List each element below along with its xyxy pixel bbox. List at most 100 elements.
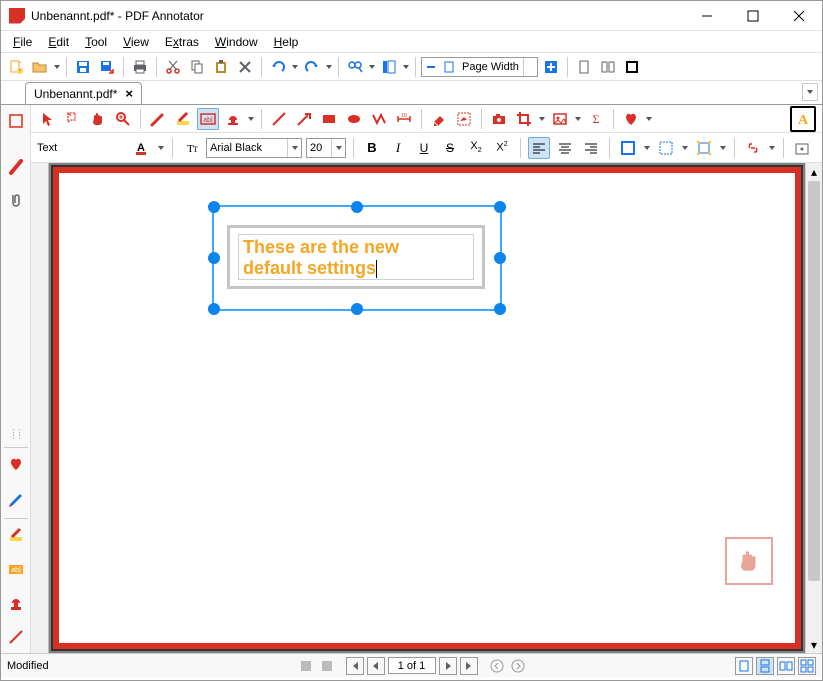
stamp-fav-icon[interactable] — [4, 591, 28, 615]
font-combo[interactable] — [206, 138, 302, 158]
zoom-in-button[interactable] — [540, 56, 562, 78]
resize-handle-e[interactable] — [494, 252, 506, 264]
fill-dropdown[interactable] — [643, 146, 651, 150]
color-preview[interactable]: A — [790, 106, 816, 132]
marker-tool[interactable] — [172, 108, 194, 130]
font-input[interactable] — [207, 142, 287, 154]
zoom-combo[interactable]: Page Width — [421, 57, 538, 77]
layout-book-button[interactable] — [798, 657, 816, 675]
menu-tool[interactable]: Tool — [77, 33, 115, 51]
italic-button[interactable]: I — [387, 137, 409, 159]
last-page-button[interactable] — [460, 657, 478, 675]
align-right-button[interactable] — [580, 137, 602, 159]
resize-handle-s[interactable] — [351, 303, 363, 315]
document-tab[interactable]: Unbenannt.pdf* × — [25, 82, 142, 104]
arrow-tool[interactable] — [293, 108, 315, 130]
sidebar-drag-handle[interactable]: ⋮⋮⋮⋮ — [10, 431, 22, 437]
pen-tool[interactable] — [147, 108, 169, 130]
select-rect-icon[interactable] — [4, 109, 28, 133]
font-dropdown[interactable] — [287, 139, 301, 157]
page-thumb-next[interactable] — [318, 657, 336, 675]
resize-handle-se[interactable] — [494, 303, 506, 315]
copy-button[interactable] — [186, 56, 208, 78]
resize-handle-w[interactable] — [208, 252, 220, 264]
maximize-button[interactable] — [730, 1, 776, 31]
undo-button[interactable] — [267, 56, 289, 78]
formula-tool[interactable]: Σ — [585, 108, 607, 130]
close-button[interactable] — [776, 1, 822, 31]
textbox-fav-icon[interactable]: ab| — [4, 557, 28, 581]
two-page-button[interactable] — [597, 56, 619, 78]
line-tool[interactable] — [268, 108, 290, 130]
border-color-button[interactable] — [655, 137, 677, 159]
size-input[interactable] — [307, 142, 331, 154]
paste-button[interactable] — [210, 56, 232, 78]
menu-window[interactable]: Window — [207, 33, 266, 51]
font-color-button[interactable]: A — [131, 137, 153, 159]
highlighter-fav-icon[interactable] — [4, 523, 28, 547]
stamp-dropdown[interactable] — [247, 117, 255, 121]
fill-color-button[interactable] — [617, 137, 639, 159]
find-button[interactable] — [344, 56, 366, 78]
new-doc-button[interactable]: * — [5, 56, 27, 78]
scroll-down-button[interactable]: ▾ — [806, 636, 822, 653]
nav-fwd-button[interactable] — [509, 657, 527, 675]
polygon-tool[interactable] — [368, 108, 390, 130]
tab-list-dropdown[interactable] — [802, 83, 818, 101]
resize-handle-n[interactable] — [351, 201, 363, 213]
vertical-scrollbar[interactable]: ▴ ▾ — [805, 163, 822, 653]
stamp-tool[interactable] — [222, 108, 244, 130]
fullscreen-button[interactable] — [621, 56, 643, 78]
lock-button[interactable] — [791, 137, 813, 159]
fit-box-button[interactable] — [693, 137, 715, 159]
print-button[interactable] — [129, 56, 151, 78]
open-dropdown[interactable] — [53, 65, 61, 69]
superscript-button[interactable]: X2 — [491, 137, 513, 159]
tab-close-button[interactable]: × — [125, 86, 133, 101]
align-center-button[interactable] — [554, 137, 576, 159]
scroll-up-button[interactable]: ▴ — [806, 163, 822, 180]
link-button[interactable] — [742, 137, 764, 159]
minimize-button[interactable] — [684, 1, 730, 31]
zoom-tool[interactable] — [112, 108, 134, 130]
menu-extras[interactable]: Extras — [157, 33, 207, 51]
save-button[interactable] — [72, 56, 94, 78]
delete-button[interactable] — [234, 56, 256, 78]
size-dropdown[interactable] — [331, 139, 345, 157]
underline-button[interactable]: U — [413, 137, 435, 159]
menu-help[interactable]: Help — [266, 33, 307, 51]
find-dropdown[interactable] — [368, 65, 376, 69]
undo-dropdown[interactable] — [291, 65, 299, 69]
floating-pan-button[interactable] — [725, 537, 773, 585]
size-combo[interactable] — [306, 138, 346, 158]
crop-tool[interactable] — [513, 108, 535, 130]
sidebar-toggle-button[interactable] — [378, 56, 400, 78]
link-dropdown[interactable] — [768, 146, 776, 150]
zoom-dropdown[interactable] — [523, 58, 537, 76]
line-fav-icon[interactable] — [4, 625, 28, 649]
image-tool[interactable] — [549, 108, 571, 130]
crop-dropdown[interactable] — [538, 117, 546, 121]
next-page-button[interactable] — [439, 657, 457, 675]
sidebar-dropdown[interactable] — [402, 65, 410, 69]
nav-back-button[interactable] — [488, 657, 506, 675]
cut-button[interactable] — [162, 56, 184, 78]
save-as-button[interactable] — [96, 56, 118, 78]
clip-fav-icon[interactable] — [4, 189, 28, 213]
dimension-tool[interactable]: 10 — [393, 108, 415, 130]
zoom-out-button[interactable] — [422, 61, 440, 73]
page-viewport[interactable]: These are the new default settings — [49, 163, 805, 653]
image-dropdown[interactable] — [574, 117, 582, 121]
rectangle-tool[interactable] — [318, 108, 340, 130]
font-color-dropdown[interactable] — [157, 146, 165, 150]
redo-dropdown[interactable] — [325, 65, 333, 69]
fit-dropdown[interactable] — [719, 146, 727, 150]
favorites-button[interactable] — [620, 108, 642, 130]
heart-fav-icon[interactable] — [4, 452, 28, 476]
resize-handle-nw[interactable] — [208, 201, 220, 213]
snapshot-tool[interactable] — [488, 108, 510, 130]
pan-tool[interactable] — [87, 108, 109, 130]
resize-handle-sw[interactable] — [208, 303, 220, 315]
single-page-button[interactable] — [573, 56, 595, 78]
resize-handle-ne[interactable] — [494, 201, 506, 213]
